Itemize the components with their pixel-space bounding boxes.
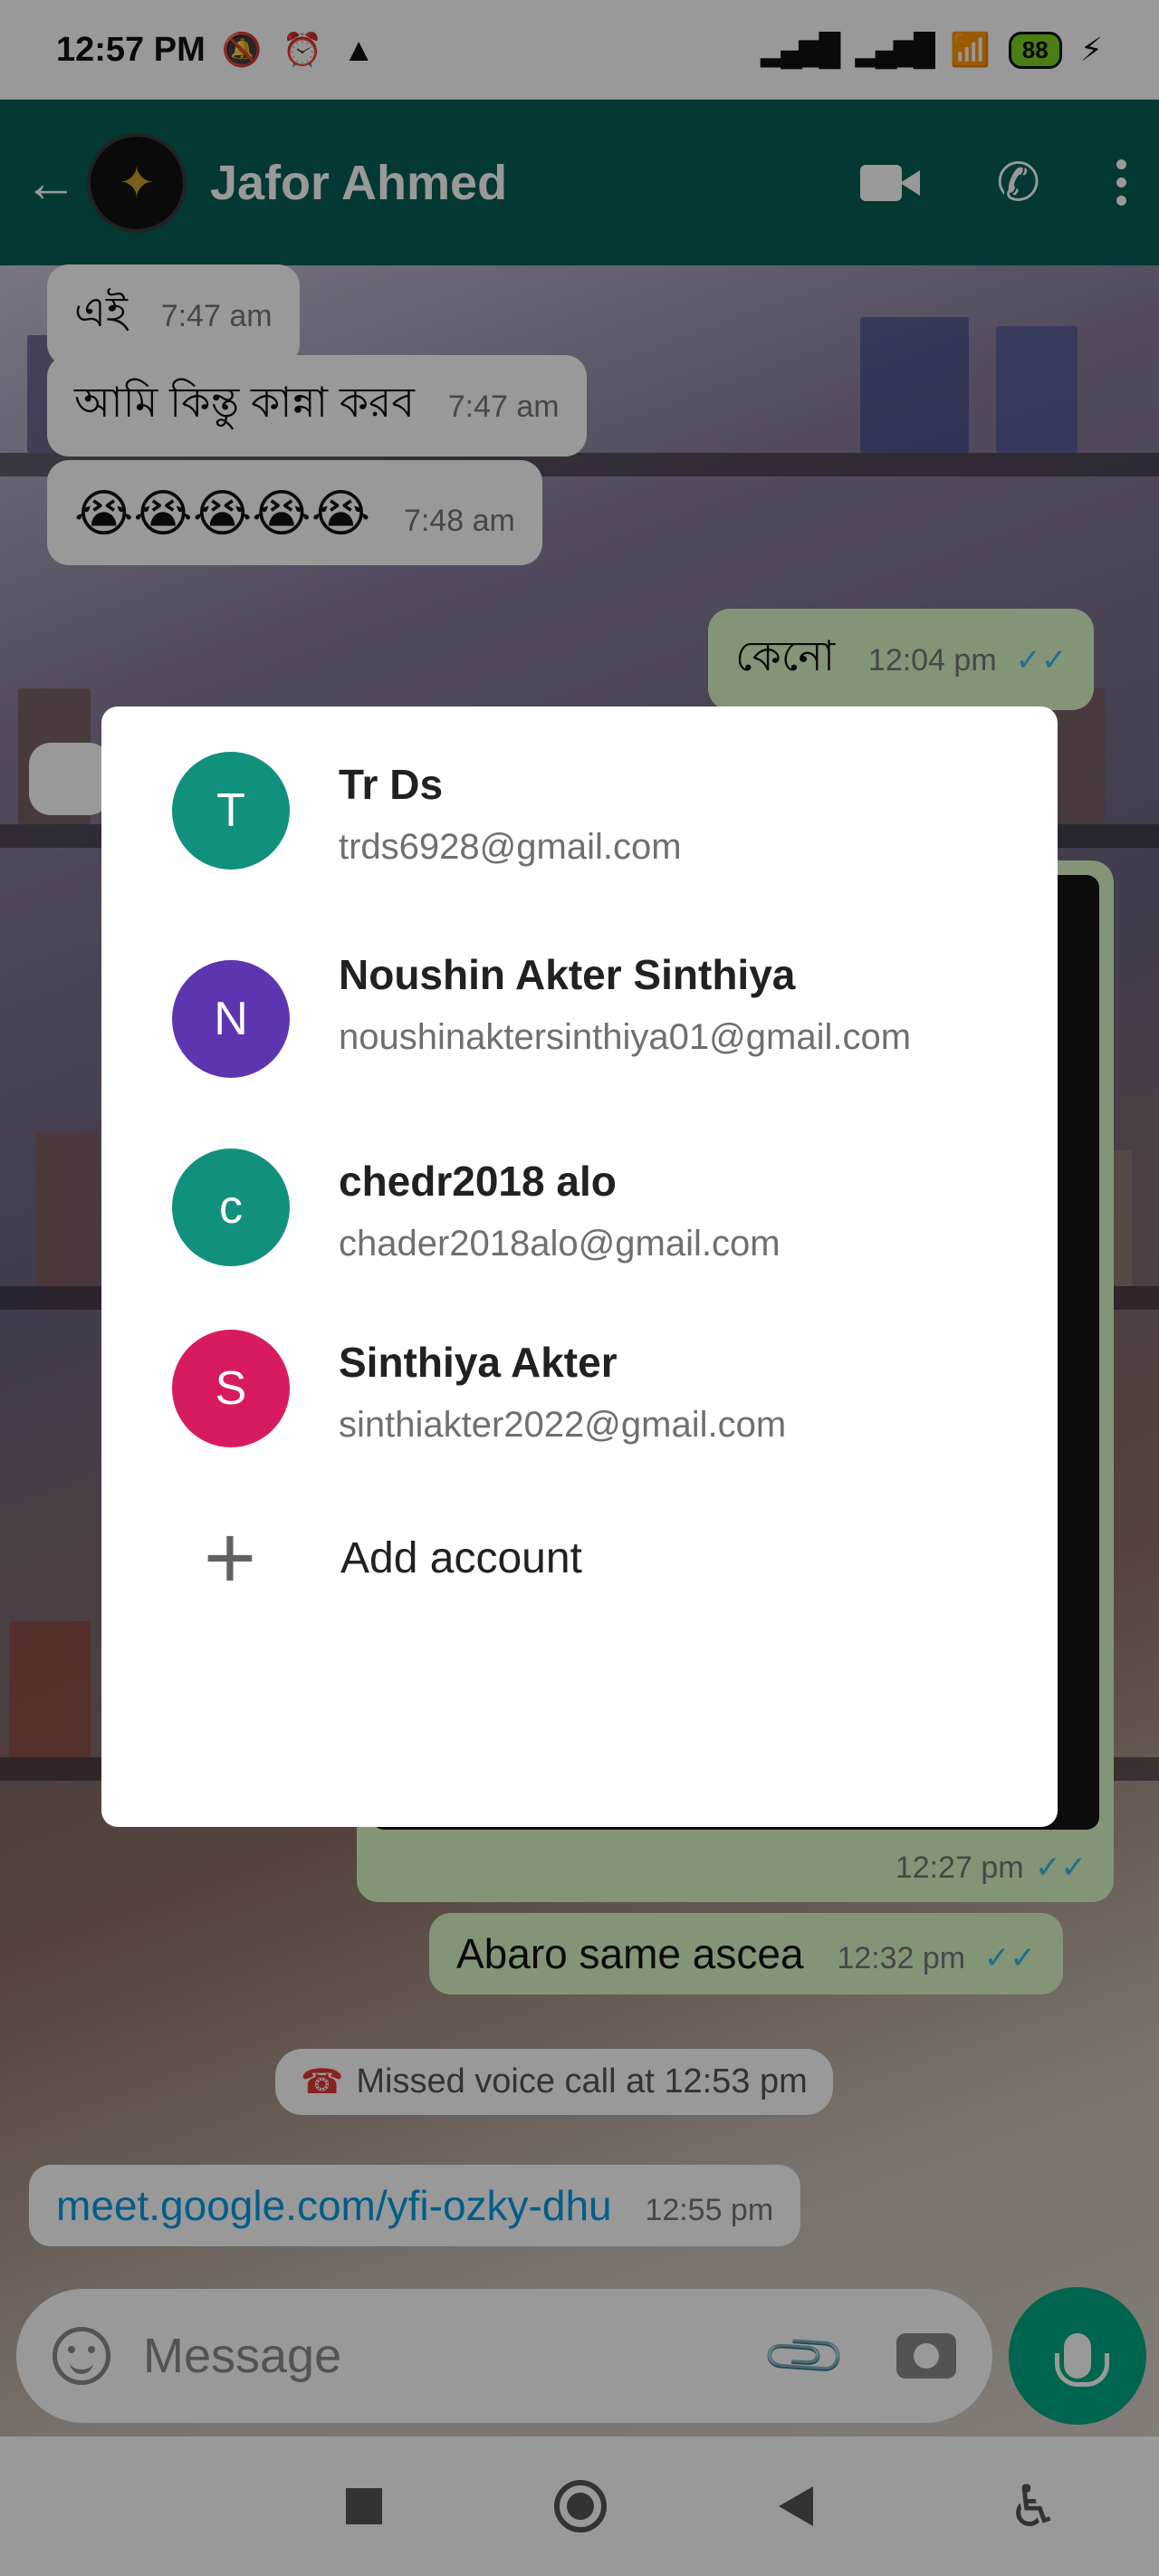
account-email: sinthiakter2022@gmail.com xyxy=(339,1405,787,1445)
account-avatar: S xyxy=(172,1330,290,1447)
account-name: chedr2018 alo xyxy=(339,1158,617,1205)
account-item[interactable]: S Sinthiya Akter sinthiakter2022@gmail.c… xyxy=(101,1330,1058,1449)
account-item[interactable]: T Tr Ds trds6928@gmail.com xyxy=(101,752,1058,871)
account-item[interactable]: c chedr2018 alo chader2018alo@gmail.com xyxy=(101,1149,1058,1268)
account-name: Tr Ds xyxy=(339,761,444,808)
add-account-button[interactable]: + Add account xyxy=(101,1513,1058,1603)
account-avatar: N xyxy=(172,960,290,1078)
account-name: Noushin Akter Sinthiya xyxy=(339,951,796,998)
add-account-label: Add account xyxy=(340,1533,582,1582)
account-email: trds6928@gmail.com xyxy=(339,827,682,867)
plus-icon: + xyxy=(203,1507,257,1609)
account-avatar: c xyxy=(172,1149,290,1266)
account-avatar: T xyxy=(172,752,290,870)
account-email: noushinaktersinthiya01@gmail.com xyxy=(339,1017,912,1057)
account-name: Sinthiya Akter xyxy=(339,1339,618,1386)
account-chooser-dialog: T Tr Ds trds6928@gmail.com N Noushin Akt… xyxy=(101,706,1058,1827)
account-item[interactable]: N Noushin Akter Sinthiya noushinaktersin… xyxy=(101,942,1058,1078)
account-email: chader2018alo@gmail.com xyxy=(339,1224,781,1264)
